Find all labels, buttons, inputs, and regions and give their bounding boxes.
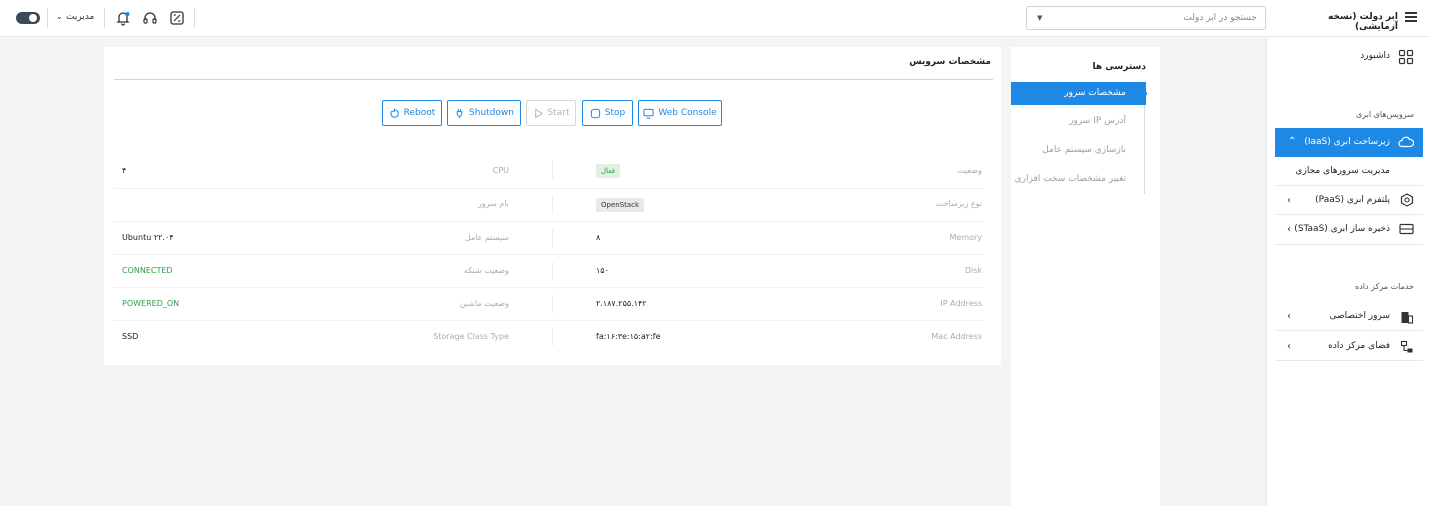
row-divider xyxy=(114,320,984,321)
sidebar-item-dashboard[interactable]: داشبورد xyxy=(1360,51,1390,61)
reboot-button[interactable]: Reboot xyxy=(382,100,442,126)
access-panel-title: دسترسی ها xyxy=(1092,62,1146,72)
gear-icon[interactable] xyxy=(27,12,39,24)
access-item-label: مشخصات سرور xyxy=(1064,88,1126,98)
stop-button[interactable]: Stop xyxy=(582,100,633,126)
start-button-label: Start xyxy=(547,108,570,118)
chevron-left-icon[interactable]: ‹ xyxy=(1287,195,1291,206)
divider xyxy=(1275,360,1423,361)
card-title: مشخصات سرویس xyxy=(909,57,991,67)
play-icon xyxy=(534,107,543,119)
field-value-mac: fa:۱۶:۳e:۱۵:a۲:fe xyxy=(596,332,661,341)
sidebar-item-datacenter-space[interactable]: فضای مرکز داده xyxy=(1328,341,1390,351)
divider xyxy=(1275,185,1423,186)
column-divider xyxy=(552,161,553,179)
network-icon xyxy=(1400,340,1413,353)
field-label-disk: Disk xyxy=(964,266,982,275)
status-badge: فعال xyxy=(596,164,620,178)
sidebar-item-staas[interactable]: ذخیره ساز ابری (STaaS) xyxy=(1294,224,1390,234)
field-label-server-name: نام سرور xyxy=(477,199,509,208)
field-label-mac: Mac Address xyxy=(931,332,982,341)
field-value-storage-class: SSD xyxy=(122,332,139,341)
chevron-up-icon[interactable]: ⌃ xyxy=(1288,136,1296,147)
reboot-button-label: Reboot xyxy=(403,108,436,118)
start-button[interactable]: Start xyxy=(526,100,576,126)
field-label-network-status: وضعیت شبکه xyxy=(463,266,509,275)
calculator-icon[interactable] xyxy=(169,10,185,26)
field-label-cpu: CPU xyxy=(492,166,509,175)
monitor-icon xyxy=(643,108,654,119)
divider xyxy=(104,8,105,28)
divider xyxy=(1275,214,1423,215)
divider xyxy=(1275,244,1423,245)
field-label-ip: IP Address xyxy=(940,299,982,308)
bell-icon[interactable] xyxy=(115,10,131,26)
field-label-status: وضعیت xyxy=(957,166,982,175)
reboot-icon xyxy=(390,107,399,118)
divider xyxy=(47,8,48,28)
column-divider xyxy=(552,196,553,214)
divider xyxy=(194,8,195,28)
menu-icon[interactable] xyxy=(1405,12,1417,22)
chevron-left-icon[interactable]: ‹ xyxy=(1287,341,1291,352)
cloud-icon xyxy=(1398,136,1414,148)
web-console-button-label: Web Console xyxy=(658,108,717,118)
access-item-resize-hardware[interactable]: تغییر مشخصات سخت افزاری xyxy=(1015,174,1126,184)
field-value-machine-status: POWERED_ON xyxy=(122,299,180,308)
section-label-cloud-services: سرویس‌های ابری xyxy=(1356,110,1414,119)
field-label-os: سیستم عامل xyxy=(464,233,509,242)
access-item-rebuild-os[interactable]: بازسازی سیستم عامل xyxy=(1042,145,1126,155)
search-placeholder: جستجو در ابر دولت xyxy=(1183,13,1257,23)
app-title: ابر دولت (نسخه آزمایشی) xyxy=(1327,12,1398,32)
shutdown-button-label: Shutdown xyxy=(469,108,514,118)
field-label-memory: Memory xyxy=(949,233,982,242)
section-label-datacenter: خدمات مرکز داده xyxy=(1355,282,1414,291)
divider xyxy=(114,79,993,80)
dashboard-icon xyxy=(1398,49,1414,65)
search-input[interactable]: جستجو در ابر دولت ▼ xyxy=(1026,6,1266,30)
column-divider xyxy=(552,262,553,280)
sidebar-item-dedicated-server[interactable]: سرور اختصاصی xyxy=(1329,311,1390,321)
row-divider xyxy=(114,254,984,255)
field-label-storage-class: Storage Class Type xyxy=(433,332,509,341)
active-indicator xyxy=(1142,91,1147,96)
building-icon xyxy=(1401,312,1414,324)
field-label-infra-type: نوع زیرساخت xyxy=(935,199,982,208)
chevron-left-icon[interactable]: ‹ xyxy=(1287,224,1291,235)
sidebar-item-iaas-label: زیرساخت ابری (IaaS) xyxy=(1304,137,1390,147)
field-value-disk: ۱۵۰ xyxy=(596,266,609,275)
plug-icon xyxy=(456,108,463,118)
row-divider xyxy=(114,188,984,189)
sidebar-subitem-vm-management[interactable]: مدیریت سرورهای مجازی xyxy=(1295,166,1390,176)
admin-menu[interactable]: مدیریت xyxy=(66,12,94,22)
stop-icon xyxy=(590,108,600,118)
headset-icon[interactable] xyxy=(142,10,158,26)
sidebar-item-paas[interactable]: پلتفرم ابری (PaaS) xyxy=(1315,195,1390,205)
chevron-left-icon[interactable]: ‹ xyxy=(1287,311,1291,322)
storage-icon xyxy=(1399,223,1414,235)
stop-button-label: Stop xyxy=(604,108,626,118)
field-value-ip: ۲.۱۸۷.۲۵۵.۱۴۲ xyxy=(596,299,647,308)
sidebar xyxy=(1266,37,1430,506)
field-value-os: Ubuntu ۲۲.۰۴ xyxy=(122,233,174,242)
column-divider xyxy=(552,229,553,247)
column-divider xyxy=(552,328,553,346)
field-value-memory: ۸ xyxy=(596,233,601,242)
field-value-cpu: ۴ xyxy=(122,166,127,175)
row-divider xyxy=(114,287,984,288)
column-divider xyxy=(552,295,553,313)
row-divider xyxy=(114,221,984,222)
chevron-down-icon[interactable]: ⌄ xyxy=(56,12,63,21)
field-label-machine-status: وضعیت ماشین xyxy=(459,299,509,308)
field-value-network-status: CONNECTED xyxy=(122,266,173,275)
infra-type-badge: OpenStack xyxy=(596,198,645,212)
divider xyxy=(1275,330,1423,331)
shutdown-button[interactable]: Shutdown xyxy=(447,100,521,126)
web-console-button[interactable]: Web Console xyxy=(638,100,722,126)
hexagon-icon xyxy=(1400,193,1414,207)
chevron-down-icon[interactable]: ▼ xyxy=(1037,14,1042,22)
access-item-server-ip[interactable]: آدرس IP سرور xyxy=(1069,116,1126,126)
